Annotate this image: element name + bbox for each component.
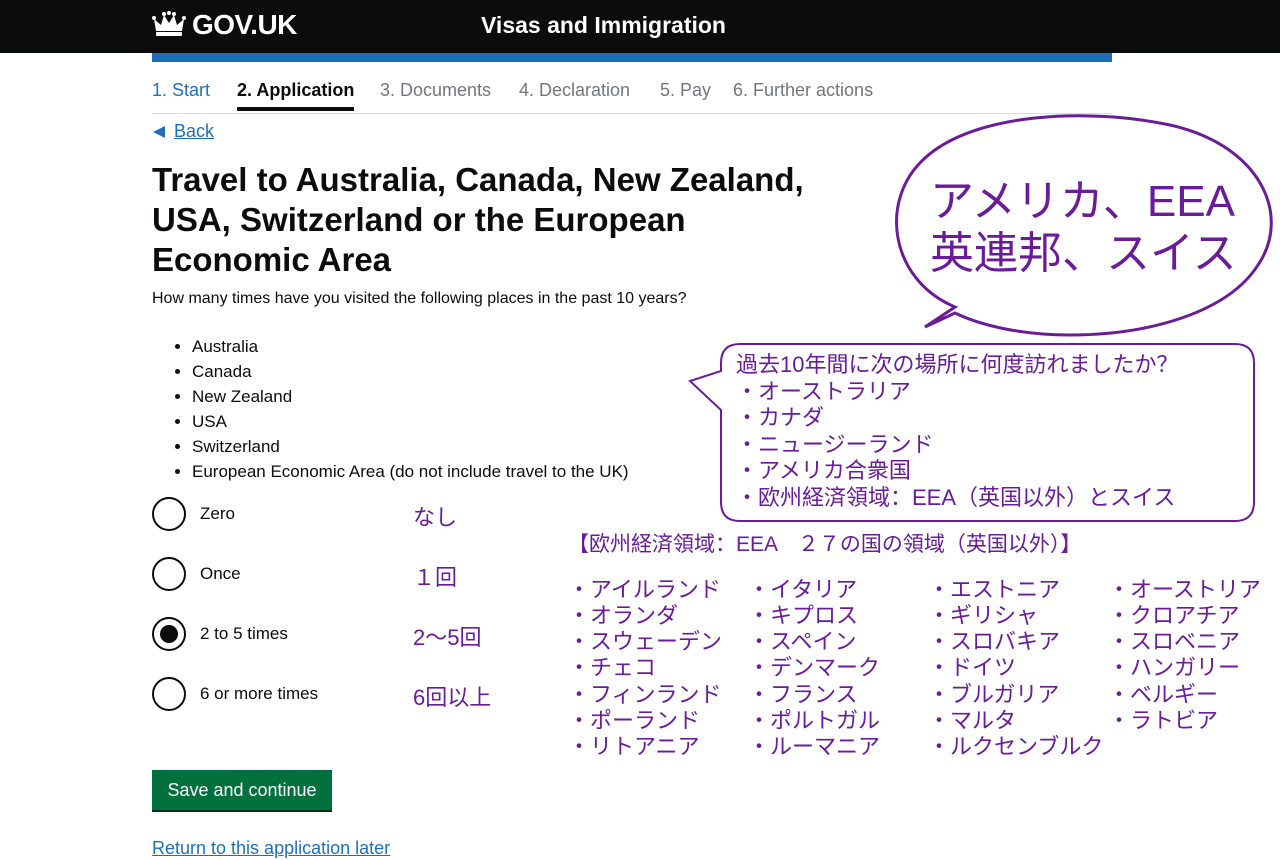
bubble-line: ・カナダ xyxy=(736,405,825,430)
step-application[interactable]: 2. Application xyxy=(237,80,355,111)
radio-once[interactable]: Once xyxy=(152,555,241,593)
step-navigation: 1. Start 2. Application 3. Documents 4. … xyxy=(152,80,1112,114)
page-title: Travel to Australia, Canada, New Zealand… xyxy=(152,161,804,278)
radio-6-or-more[interactable]: 6 or more times xyxy=(152,675,318,713)
radio-button[interactable] xyxy=(152,497,186,531)
radio-label[interactable]: 2 to 5 times xyxy=(200,624,288,644)
list-item: Canada xyxy=(192,359,629,384)
country-item: ・ルーマニア xyxy=(748,734,881,759)
bubble-line: ・欧州経済領域：EEA（英国以外）とスイス xyxy=(736,484,1176,510)
bubble-line: 過去10年間に次の場所に何度訪れましたか？ xyxy=(736,352,1179,377)
bubble-translation-text: 過去10年間に次の場所に何度訪れましたか？ ・オーストラリア ・カナダ ・ニュー… xyxy=(736,352,1178,511)
radio-label[interactable]: Zero xyxy=(200,504,235,524)
bubble-line: ・アメリカ合衆国 xyxy=(736,458,911,483)
header-blue-bar xyxy=(152,53,1112,62)
step-start[interactable]: 1. Start xyxy=(152,80,210,101)
govuk-logo[interactable]: GOV.UK xyxy=(152,9,297,41)
back-link[interactable]: Back xyxy=(152,121,214,142)
back-arrow-icon xyxy=(153,125,165,138)
list-item: USA xyxy=(192,409,629,434)
country-item: ・ルクセンブルク xyxy=(928,734,1104,759)
service-name[interactable]: Visas and Immigration xyxy=(481,12,726,39)
list-item: European Economic Area (do not include t… xyxy=(192,459,629,484)
step-documents: 3. Documents xyxy=(380,80,492,100)
jp-translation-once: １回 xyxy=(413,565,458,590)
country-item: ・リトアニア xyxy=(568,734,700,759)
return-later-link[interactable]: Return to this application later xyxy=(152,838,390,859)
list-item: New Zealand xyxy=(192,384,629,409)
step-pay: 5. Pay xyxy=(660,80,712,100)
jp-translation-zero: なし xyxy=(413,505,458,530)
logo-text: GOV.UK xyxy=(192,9,297,40)
step-declaration: 4. Declaration xyxy=(519,80,631,100)
radio-2-to-5[interactable]: 2 to 5 times xyxy=(152,615,288,653)
eea-countries-title: 【欧州経済領域：EEA ２７の国の領域（英国以外）】 xyxy=(568,533,1082,556)
site-header: GOV.UK Visas and Immigration xyxy=(0,0,1280,53)
bubble-line: ・オーストラリア xyxy=(736,378,911,404)
radio-button[interactable] xyxy=(152,557,186,591)
places-list: Australia Canada New Zealand USA Switzer… xyxy=(172,334,629,484)
country-item: ・ラトビア xyxy=(1108,708,1219,733)
step-further-actions: 6. Further actions xyxy=(733,80,874,100)
radio-selected-dot xyxy=(160,625,178,643)
bubble-line: アメリカ、EEA xyxy=(930,177,1235,226)
radio-label[interactable]: 6 or more times xyxy=(200,684,318,704)
save-and-continue-button[interactable]: Save and continue xyxy=(152,770,332,810)
radio-zero[interactable]: Zero xyxy=(152,495,235,533)
list-item: Switzerland xyxy=(192,434,629,459)
list-item: Australia xyxy=(192,334,629,359)
back-label: Back xyxy=(174,121,215,141)
jp-translation-6-or-more: 6回以上 xyxy=(413,685,492,710)
bubble-line: 英連邦、スイス xyxy=(930,229,1237,278)
radio-button-selected[interactable] xyxy=(152,617,186,651)
bubble-line: ・ニュージーランド xyxy=(736,431,934,457)
bubble-large-text: アメリカ、EEA 英連邦、スイス xyxy=(930,176,1237,280)
radio-button[interactable] xyxy=(152,677,186,711)
crown-icon xyxy=(152,11,186,36)
question-hint: How many times have you visited the foll… xyxy=(152,290,687,307)
radio-label[interactable]: Once xyxy=(200,564,241,584)
jp-translation-2-to-5: 2～5回 xyxy=(413,625,482,650)
